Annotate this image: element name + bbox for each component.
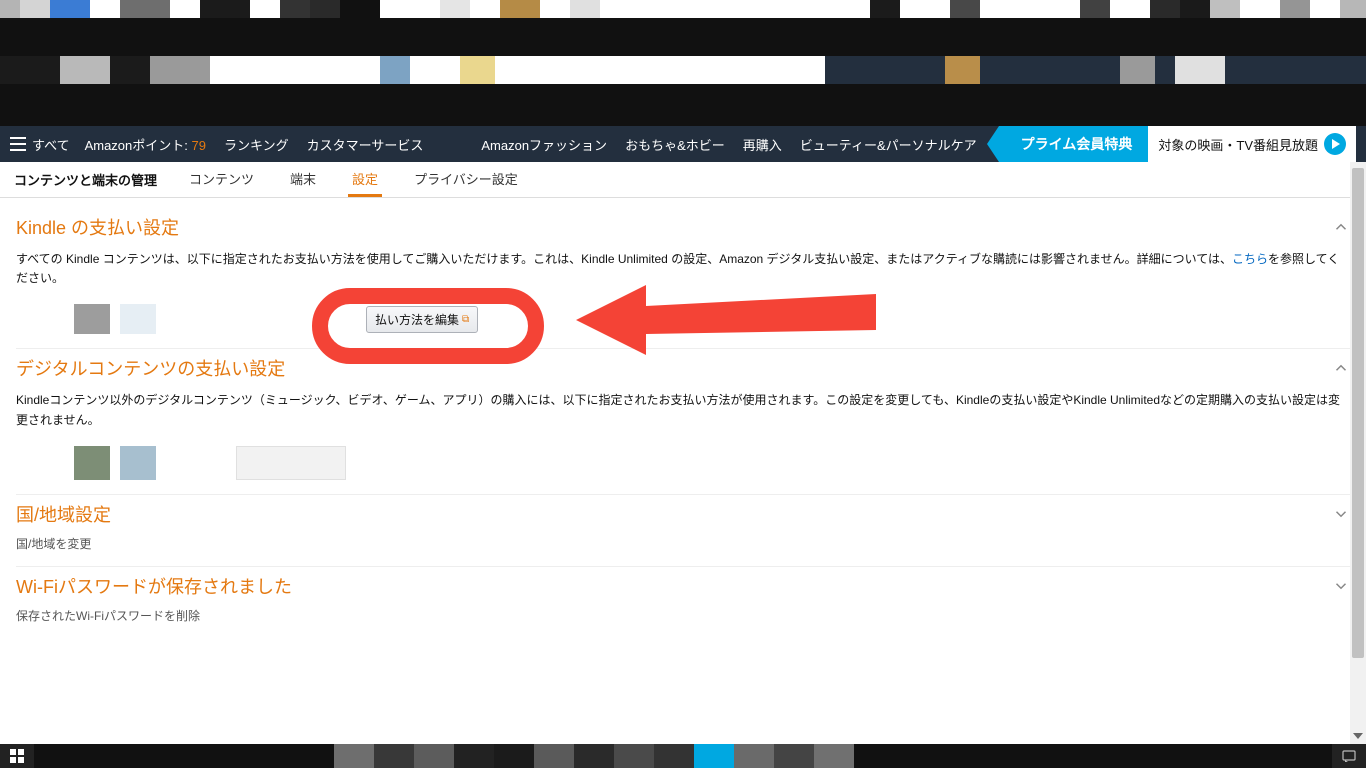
edit-payment-button[interactable]: 払い方法を編集 ⧉ — [366, 306, 478, 333]
section-region-header[interactable]: 国/地域設定 — [16, 501, 1350, 527]
digital-payment-row — [74, 446, 1350, 480]
redacted-payment-field — [236, 446, 346, 480]
subtab-row: コンテンツと端末の管理 コンテンツ 端末 設定 プライバシー設定 — [0, 162, 1366, 198]
subtab-privacy[interactable]: プライバシー設定 — [410, 162, 522, 197]
kindle-desc-link[interactable]: こちら — [1232, 252, 1268, 266]
section-wifi-title: Wi-Fiパスワードが保存されました — [16, 573, 292, 599]
section-region: 国/地域設定 国/地域を変更 — [16, 495, 1350, 567]
dark-gap-2 — [0, 84, 1366, 126]
external-link-icon: ⧉ — [462, 314, 469, 325]
pixelated-header-row-1 — [0, 0, 1366, 18]
edit-payment-button-label: 払い方法を編集 — [375, 311, 459, 328]
taskbar-segments — [334, 744, 854, 768]
section-kindle-payment: Kindle の支払い設定 すべての Kindle コンテンツは、以下に指定され… — [16, 208, 1350, 349]
content-area: Kindle の支払い設定 すべての Kindle コンテンツは、以下に指定され… — [0, 198, 1366, 678]
prime-side-label: 対象の映画・TV番組見放題 — [1158, 135, 1318, 154]
nav-points-value: 79 — [192, 138, 206, 153]
chevron-down-icon — [1332, 505, 1350, 523]
nav-item-beauty[interactable]: ビューティー&パーソナルケア — [791, 135, 986, 154]
subtab-title: コンテンツと端末の管理 — [14, 170, 157, 189]
kindle-desc-pre: すべての Kindle コンテンツは、以下に指定されたお支払い方法を使用してご購… — [16, 252, 1232, 266]
nav-item-customer-service[interactable]: カスタマーサービス — [298, 135, 433, 154]
scrollbar-thumb[interactable] — [1352, 168, 1364, 658]
scrollbar[interactable] — [1350, 162, 1366, 744]
subtab-content[interactable]: コンテンツ — [185, 162, 258, 197]
section-region-title: 国/地域設定 — [16, 501, 111, 527]
play-icon — [1324, 133, 1346, 155]
prime-banner[interactable]: プライム会員特典 対象の映画・TV番組見放題 — [999, 126, 1356, 162]
start-button[interactable] — [0, 744, 34, 768]
redacted-card-icon-2 — [120, 446, 156, 480]
main-nav: すべて Amazonポイント: 79 ランキング カスタマーサービス Amazo… — [0, 126, 1366, 162]
nav-all-label: すべて — [32, 135, 70, 154]
section-wifi: Wi-Fiパスワードが保存されました 保存されたWi-Fiパスワードを削除 — [16, 567, 1350, 638]
chevron-up-icon — [1332, 218, 1350, 236]
section-digital-payment-header[interactable]: デジタルコンテンツの支払い設定 — [16, 355, 1350, 381]
dark-gap — [0, 18, 1366, 56]
nav-all-menu[interactable]: すべて — [10, 135, 70, 154]
taskbar — [0, 744, 1366, 768]
kindle-payment-row: 払い方法を編集 ⧉ — [74, 304, 1350, 334]
section-digital-payment-desc: Kindleコンテンツ以外のデジタルコンテンツ（ミュージック、ビデオ、ゲーム、ア… — [16, 391, 1350, 429]
notification-icon — [1342, 749, 1356, 763]
nav-item-fashion[interactable]: Amazonファッション — [472, 135, 616, 154]
section-kindle-payment-header[interactable]: Kindle の支払い設定 — [16, 214, 1350, 240]
nav-item-buy-again[interactable]: 再購入 — [734, 135, 791, 154]
hamburger-icon — [10, 137, 26, 151]
redacted-card-icon-2 — [120, 304, 156, 334]
nav-points[interactable]: Amazonポイント: 79 — [76, 135, 215, 154]
nav-item-ranking[interactable]: ランキング — [215, 135, 298, 154]
redacted-card-icon — [74, 446, 110, 480]
section-kindle-payment-title: Kindle の支払い設定 — [16, 214, 179, 240]
chevron-up-icon — [1332, 359, 1350, 377]
tray-icon[interactable] — [1332, 744, 1366, 768]
chevron-down-icon — [1332, 577, 1350, 595]
section-wifi-sub: 保存されたWi-Fiパスワードを削除 — [16, 607, 1350, 624]
section-region-sub: 国/地域を変更 — [16, 535, 1350, 552]
prime-ribbon-label: プライム会員特典 — [999, 126, 1149, 162]
windows-icon — [10, 749, 24, 763]
section-digital-payment-title: デジタルコンテンツの支払い設定 — [16, 355, 285, 381]
section-wifi-header[interactable]: Wi-Fiパスワードが保存されました — [16, 573, 1350, 599]
pixelated-header-row-2 — [0, 56, 1366, 84]
section-digital-payment: デジタルコンテンツの支払い設定 Kindleコンテンツ以外のデジタルコンテンツ（… — [16, 349, 1350, 494]
prime-side: 対象の映画・TV番組見放題 — [1148, 126, 1356, 162]
redacted-card-icon — [74, 304, 110, 334]
subtab-settings[interactable]: 設定 — [348, 162, 382, 197]
nav-item-toys[interactable]: おもちゃ&ホビー — [616, 135, 734, 154]
scrollbar-down-arrow[interactable] — [1350, 728, 1366, 744]
subtab-devices[interactable]: 端末 — [286, 162, 320, 197]
section-kindle-payment-desc: すべての Kindle コンテンツは、以下に指定されたお支払い方法を使用してご購… — [16, 250, 1350, 288]
nav-points-prefix: Amazonポイント: — [85, 138, 188, 153]
